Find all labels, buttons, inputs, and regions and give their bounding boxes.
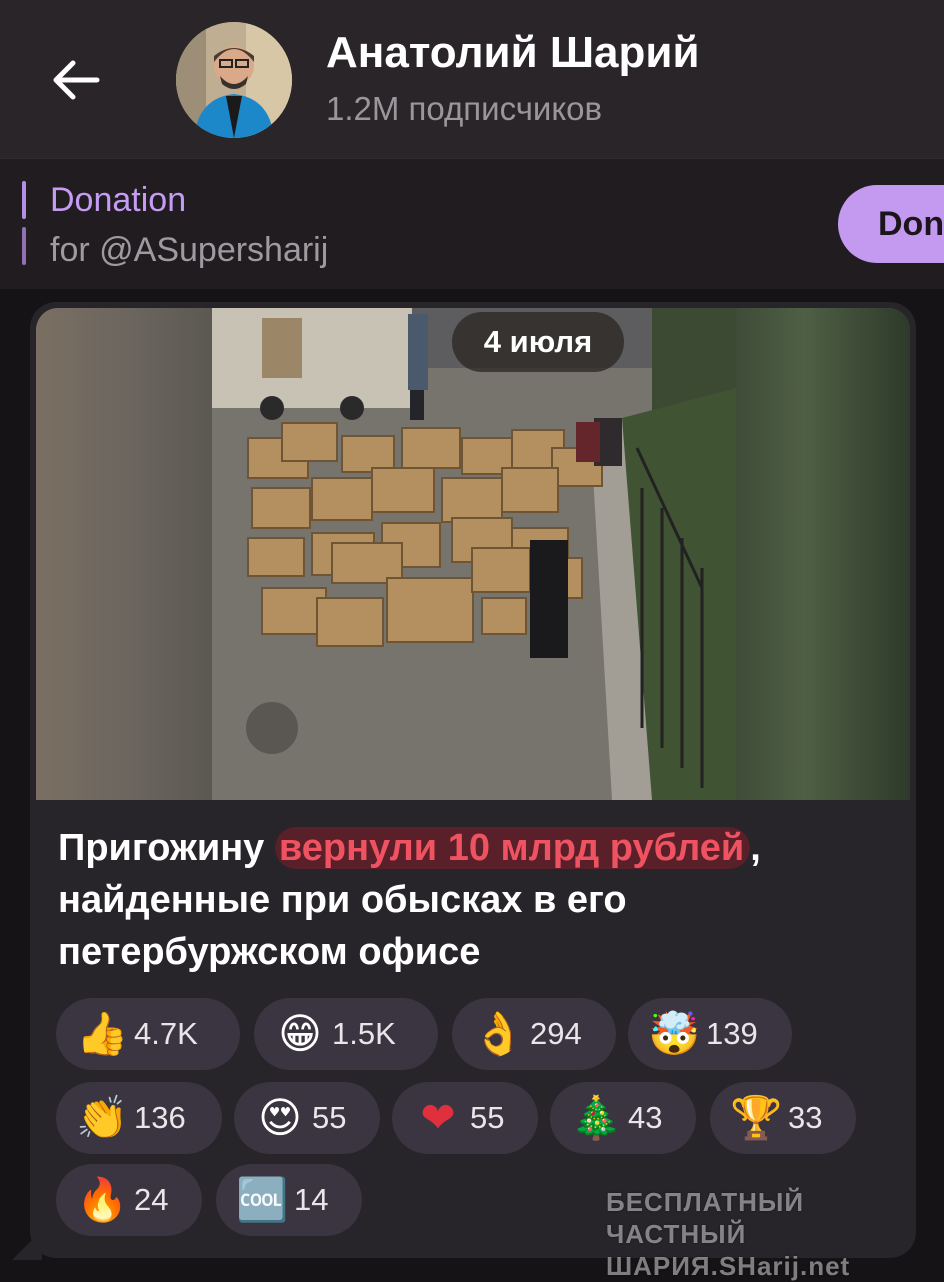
pinned-title: Donation — [50, 181, 187, 219]
back-button[interactable] — [44, 50, 108, 110]
watermark-line-1: БЕСПЛАТНЫЙ ЧАСТНЫЙ — [606, 1187, 805, 1249]
thumbs-up-icon: 👍 — [76, 1009, 129, 1058]
reaction-count: 55 — [312, 1100, 347, 1135]
watermark: БЕСПЛАТНЫЙ ЧАСТНЫЙ ШАРИЯ.SHarij.net — [606, 1186, 926, 1282]
reaction-count: 55 — [470, 1100, 505, 1135]
reaction-chip[interactable]: 🎄 43 — [550, 1082, 696, 1154]
cool-icon: 🆒 — [236, 1175, 289, 1224]
reaction-chip[interactable]: 😍 55 — [234, 1082, 380, 1154]
fire-icon: 🔥 — [76, 1175, 129, 1224]
photo-blur-left — [36, 308, 214, 800]
christmas-tree-icon: 🎄 — [570, 1093, 623, 1142]
reaction-chip[interactable]: 🤯 139 — [628, 998, 792, 1070]
reaction-count: 43 — [628, 1100, 663, 1135]
reaction-chip[interactable]: 👏 136 — [56, 1082, 222, 1154]
channel-avatar[interactable] — [176, 22, 292, 138]
photo-image — [212, 308, 736, 800]
message-photo[interactable] — [36, 308, 910, 800]
reaction-count: 1.5K — [332, 1016, 396, 1051]
reaction-chip[interactable]: 😁 1.5K — [254, 998, 438, 1070]
reaction-chip[interactable]: 🆒 14 — [216, 1164, 362, 1236]
trophy-icon: 🏆 — [730, 1093, 783, 1142]
reaction-count: 33 — [788, 1100, 823, 1135]
reaction-chip[interactable]: 🏆 33 — [710, 1082, 856, 1154]
reaction-count: 294 — [530, 1016, 582, 1051]
avatar-person-icon — [176, 22, 292, 138]
reaction-count: 14 — [294, 1182, 329, 1217]
exploding-head-icon: 🤯 — [648, 1009, 701, 1058]
watermark-line-2: ШАРИЯ.SHarij.net — [606, 1251, 851, 1281]
heart-eyes-icon: 😍 — [258, 1093, 302, 1142]
heart-icon: ❤ — [420, 1093, 456, 1142]
ok-hand-icon: 👌 — [472, 1009, 525, 1058]
caption-highlight: вернули 10 млрд рублей — [274, 827, 751, 869]
pinned-indicator-segment — [22, 181, 26, 219]
caption-start: Пригожину — [58, 827, 275, 869]
message-text: Пригожину вернули 10 млрд рублей, найден… — [58, 822, 878, 978]
reaction-chip[interactable]: 👍 4.7K — [56, 998, 240, 1070]
pinned-text: for @ASupersharij — [50, 231, 329, 269]
clapping-hands-icon: 👏 — [76, 1093, 129, 1142]
chat-header: Анатолий Шарий 1.2M подписчиков — [0, 0, 944, 158]
reaction-chip[interactable]: ❤ 55 — [392, 1082, 538, 1154]
channel-title[interactable]: Анатолий Шарий — [326, 28, 700, 78]
reaction-chip[interactable]: 🔥 24 — [56, 1164, 202, 1236]
pinned-message-bar[interactable]: Donation for @ASupersharij Don — [0, 158, 944, 289]
donation-button[interactable]: Don — [838, 185, 944, 263]
date-label: 4 июля — [452, 312, 624, 372]
reaction-count: 139 — [706, 1016, 758, 1051]
subscriber-count: 1.2M подписчиков — [326, 90, 603, 127]
reaction-count: 136 — [134, 1100, 186, 1135]
reaction-count: 4.7K — [134, 1016, 198, 1051]
arrow-left-icon — [53, 60, 100, 100]
pinned-indicator-segment — [22, 227, 26, 265]
photo-blur-right — [734, 308, 910, 800]
grinning-face-icon: 😁 — [278, 1009, 322, 1058]
reaction-count: 24 — [134, 1182, 169, 1217]
reaction-chip[interactable]: 👌 294 — [452, 998, 616, 1070]
